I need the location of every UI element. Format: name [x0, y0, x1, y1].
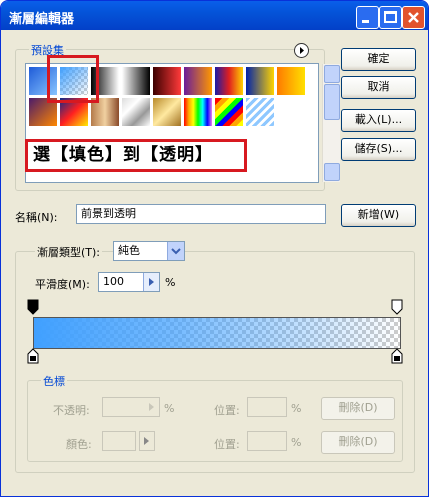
gradient-type-label: 漸層類型(T):	[35, 244, 103, 260]
ok-button[interactable]: 確定	[341, 48, 416, 71]
opacity-percent: %	[164, 402, 175, 415]
smoothness-value: 100	[103, 275, 124, 288]
maximize-button[interactable]	[379, 6, 402, 29]
opacity-field	[102, 397, 160, 417]
load-button[interactable]: 載入(L)...	[341, 109, 416, 132]
save-button[interactable]: 儲存(S)...	[341, 138, 416, 161]
preset-swatch[interactable]	[183, 66, 213, 96]
color-popup-button	[139, 431, 155, 451]
color-label: 顏色:	[66, 438, 92, 451]
gradient-bar[interactable]	[33, 317, 401, 349]
color-location-field	[247, 431, 287, 451]
gradient-type-value: 純色	[118, 244, 140, 257]
close-icon	[408, 12, 419, 23]
triangle-right-icon	[149, 403, 154, 411]
minimize-icon	[362, 20, 369, 23]
dropdown-button[interactable]	[167, 242, 184, 260]
instruction-overlay: 選【填色】到【透明】	[25, 139, 247, 172]
opacity-label: 不透明:	[53, 404, 90, 417]
title-bar: 漸層編輯器	[1, 1, 428, 30]
scroll-down-arrow[interactable]	[324, 163, 340, 181]
preset-swatch[interactable]	[152, 97, 182, 127]
presets-menu-arrow[interactable]	[294, 43, 309, 58]
preset-swatch[interactable]	[245, 66, 275, 96]
preset-swatch[interactable]	[152, 66, 182, 96]
opacity-popup-button	[144, 398, 159, 416]
triangle-right-icon	[300, 47, 304, 54]
gradient-type-select[interactable]: 純色	[113, 241, 185, 261]
preset-swatch[interactable]	[121, 97, 151, 127]
opacity-stop-left[interactable]	[27, 299, 39, 315]
name-field[interactable]: 前景到透明	[76, 204, 326, 224]
chevron-down-icon	[171, 248, 181, 255]
scroll-up-arrow[interactable]	[324, 65, 340, 83]
opacity-stop-right[interactable]	[391, 299, 403, 315]
preset-swatch[interactable]	[276, 66, 306, 96]
opacity-location-field	[247, 397, 287, 417]
color-swatch	[102, 431, 136, 451]
presets-scrollbar[interactable]	[322, 64, 340, 182]
preset-swatch[interactable]	[121, 66, 151, 96]
smoothness-field[interactable]: 100	[98, 272, 160, 292]
scroll-thumb[interactable]	[324, 84, 340, 120]
opacity-location-percent: %	[291, 402, 302, 415]
preset-swatch[interactable]	[183, 97, 213, 127]
name-label: 名稱(N):	[15, 211, 58, 224]
triangle-right-icon	[149, 278, 154, 286]
new-button[interactable]: 新增(W)	[341, 204, 416, 227]
window-title: 漸層編輯器	[9, 12, 75, 27]
triangle-right-icon	[144, 437, 149, 445]
cancel-button[interactable]: 取消	[341, 76, 416, 99]
smoothness-percent: %	[165, 276, 176, 289]
smoothness-popup-button[interactable]	[143, 273, 159, 291]
maximize-icon	[384, 11, 397, 23]
delete-opacity-stop-button: 刪除(D)	[321, 397, 395, 420]
color-stop-left[interactable]	[27, 348, 39, 364]
preset-swatch[interactable]	[245, 97, 275, 127]
minimize-button[interactable]	[356, 6, 379, 29]
color-stop-right[interactable]	[391, 348, 403, 364]
color-location-percent: %	[291, 436, 302, 449]
delete-color-stop-button: 刪除(D)	[321, 431, 395, 454]
close-button[interactable]	[402, 6, 425, 29]
preset-swatch[interactable]	[214, 97, 244, 127]
preset-swatch[interactable]	[214, 66, 244, 96]
stops-label: 色標	[41, 373, 67, 389]
color-location-label: 位置:	[214, 438, 240, 451]
smoothness-label: 平滑度(M):	[35, 278, 90, 291]
opacity-location-label: 位置:	[214, 404, 240, 417]
gradient-editor-window: 漸層編輯器 預設集 選【填色】到【透明】 確定 取消 載入(L)... 儲存(S…	[0, 0, 429, 497]
selected-preset-highlight	[47, 55, 99, 103]
